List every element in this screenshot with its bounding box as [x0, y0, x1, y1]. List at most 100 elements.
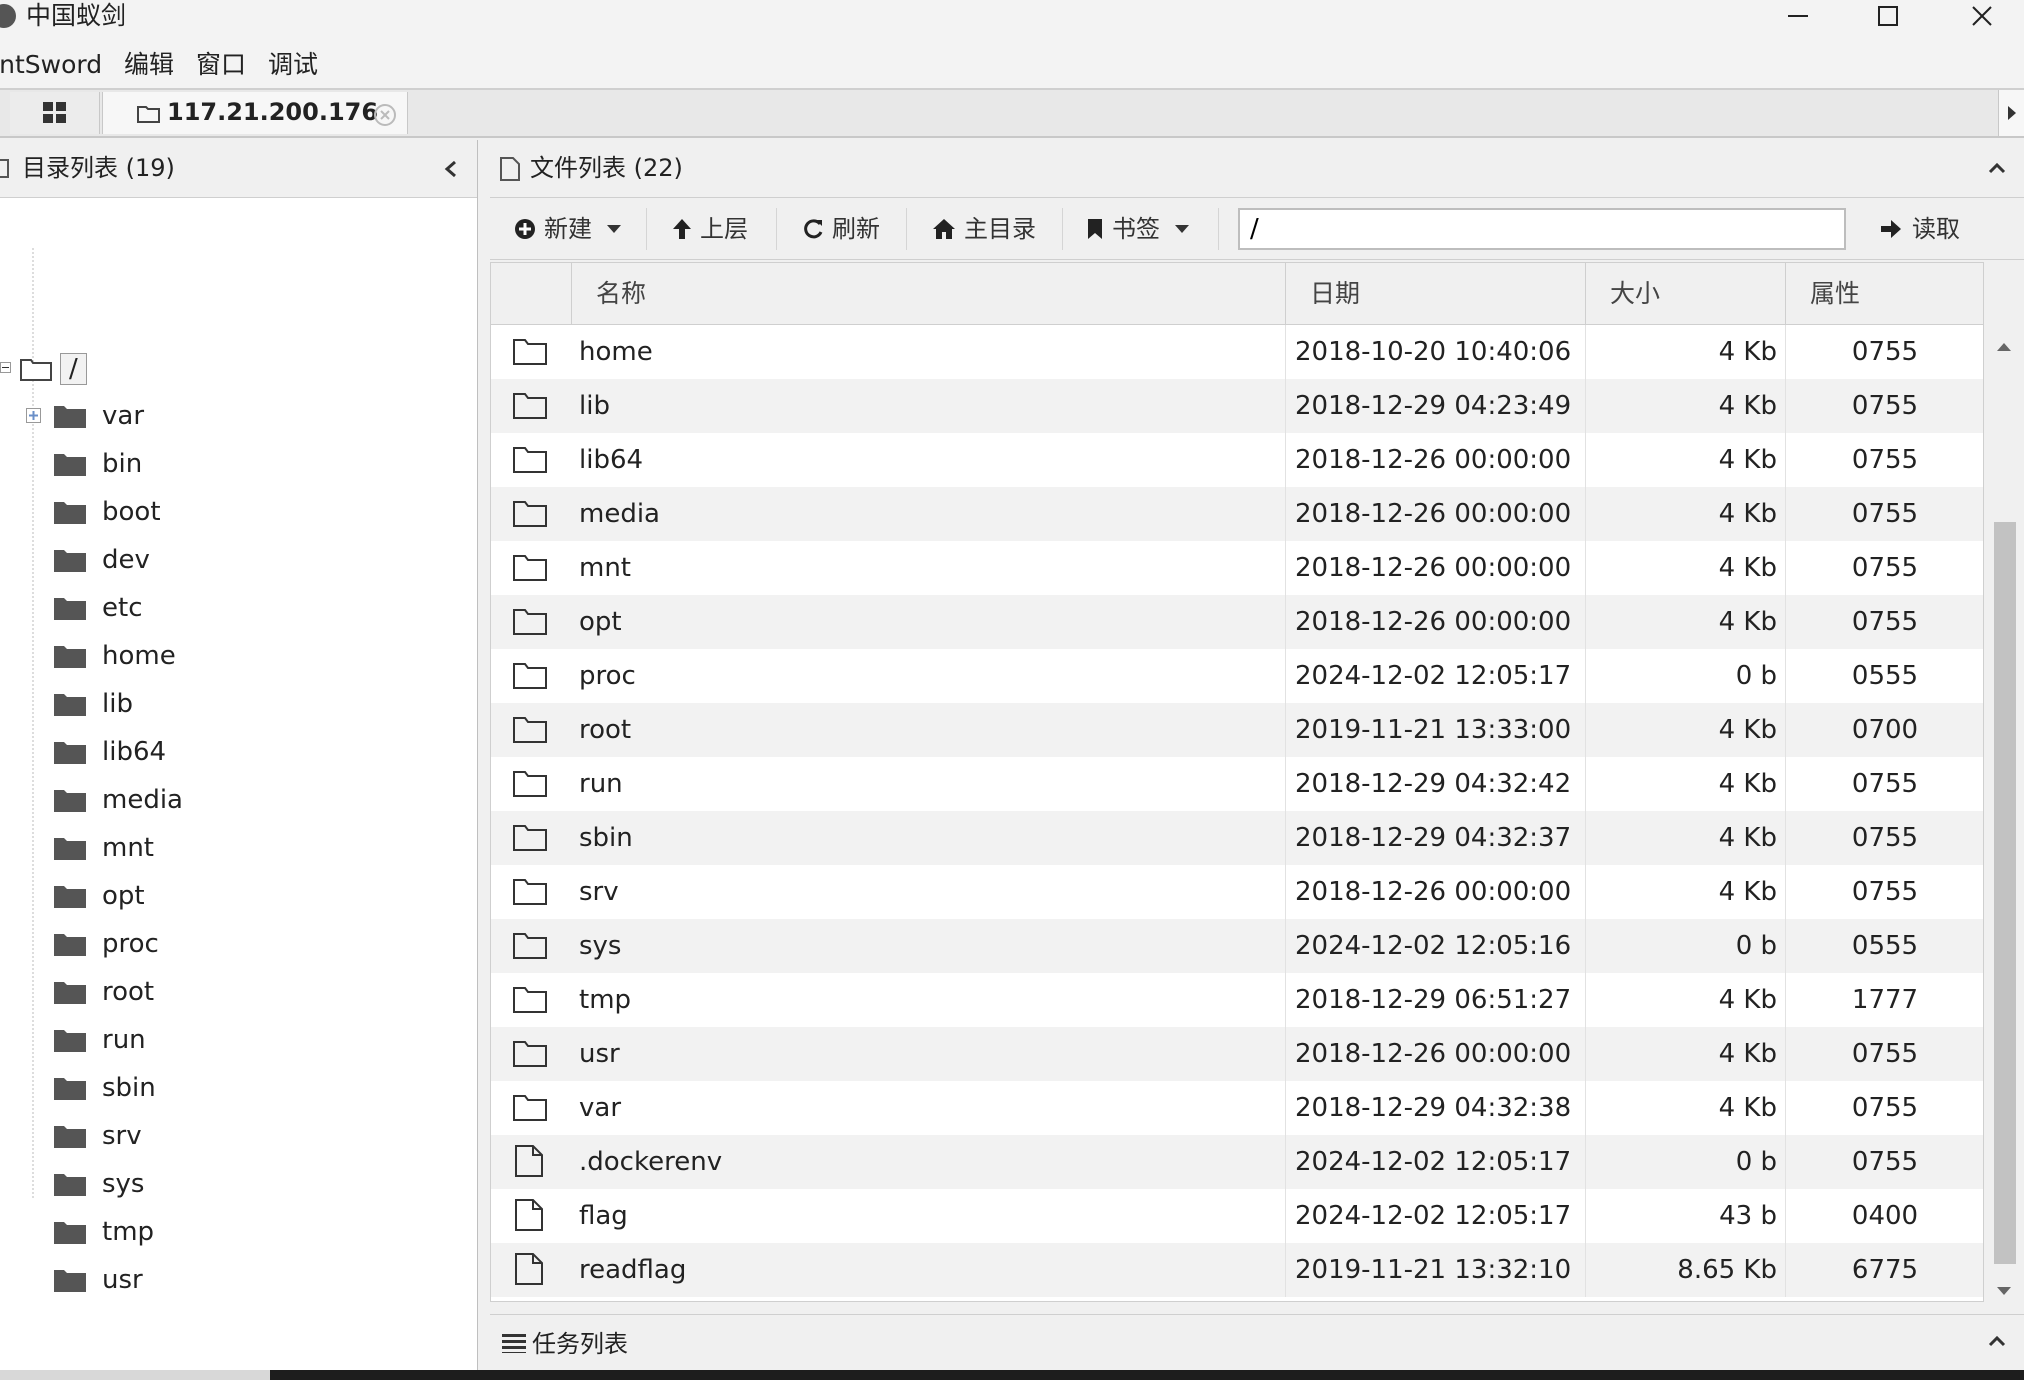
tree-root-label: /: [60, 353, 87, 385]
cell-date: 2024-12-02 12:05:16: [1295, 931, 1572, 961]
collapse-left-icon[interactable]: [444, 160, 458, 178]
file-table: 名称 日期 大小 属性 home 2018-10-20 10:40:06 4 Kb 0…: [490, 262, 1984, 1302]
file-table-scrollbar[interactable]: [1988, 336, 2020, 1304]
menu-edit[interactable]: 编辑: [124, 49, 174, 81]
refresh-button[interactable]: 刷新: [802, 210, 880, 248]
cell-date: 2018-10-20 10:40:06: [1295, 337, 1572, 367]
table-row[interactable]: sbin 2018-12-29 04:32:37 4 Kb 0755: [491, 811, 1983, 865]
table-row[interactable]: readflag 2019-11-21 13:32:10 8.65 Kb 6775: [491, 1243, 1983, 1297]
table-row[interactable]: var 2018-12-29 04:32:38 4 Kb 0755: [491, 1081, 1983, 1135]
tree-item-lib64[interactable]: lib64: [54, 732, 166, 772]
tree-item-etc[interactable]: etc: [54, 588, 143, 628]
table-row[interactable]: mnt 2018-12-26 00:00:00 4 Kb 0755: [491, 541, 1983, 595]
folder-outline-icon: [513, 879, 547, 905]
tree-item-dev[interactable]: dev: [54, 540, 150, 580]
tree-item-bin[interactable]: bin: [54, 444, 142, 484]
folder-outline-icon: [513, 825, 547, 851]
tree-item-boot[interactable]: boot: [54, 492, 161, 532]
maximize-icon: [1878, 6, 1898, 26]
cell-size: 4 Kb: [1718, 337, 1777, 367]
cell-perm: 0755: [1851, 1147, 1919, 1177]
tab-dashboard[interactable]: [10, 92, 100, 134]
tree-item-sbin[interactable]: sbin: [54, 1068, 156, 1108]
table-row[interactable]: lib64 2018-12-26 00:00:00 4 Kb 0755: [491, 433, 1983, 487]
close-button[interactable]: [1952, 0, 2012, 32]
cell-name: root: [579, 715, 632, 745]
tree-item-var[interactable]: var: [26, 396, 144, 436]
cell-name: media: [579, 499, 660, 529]
new-button[interactable]: 新建: [514, 210, 622, 248]
path-input[interactable]: [1238, 208, 1846, 250]
tree-item-label: etc: [102, 593, 143, 623]
cell-date: 2018-12-26 00:00:00: [1295, 877, 1572, 907]
table-row[interactable]: media 2018-12-26 00:00:00 4 Kb 0755: [491, 487, 1983, 541]
tree-expander-icon[interactable]: [26, 408, 42, 424]
read-button-label: 读取: [1912, 215, 1960, 243]
menu-window[interactable]: 窗口: [196, 49, 246, 81]
scrollbar-thumb[interactable]: [1994, 522, 2016, 1264]
folder-outline-icon: [513, 339, 547, 365]
tree-root[interactable]: /: [0, 349, 87, 389]
tree-item-srv[interactable]: srv: [54, 1116, 142, 1156]
tab-host[interactable]: 117.21.200.176: [102, 92, 408, 134]
table-row[interactable]: sys 2024-12-02 12:05:16 0 b 0555: [491, 919, 1983, 973]
tree-item-label: lib64: [102, 737, 167, 767]
up-button[interactable]: 上层: [672, 210, 748, 248]
table-row[interactable]: usr 2018-12-26 00:00:00 4 Kb 0755: [491, 1027, 1983, 1081]
tab-scroll-right-button[interactable]: [1998, 90, 2024, 136]
tree-item-media[interactable]: media: [54, 780, 183, 820]
table-row[interactable]: home 2018-10-20 10:40:06 4 Kb 0755: [491, 325, 1983, 379]
table-row[interactable]: lib 2018-12-29 04:23:49 4 Kb 0755: [491, 379, 1983, 433]
folder-filled-icon: [54, 694, 86, 716]
tree-item-usr[interactable]: usr: [54, 1260, 143, 1300]
directory-panel: 目录列表 (19) / var bin boot dev etc home lib lib64…: [0, 140, 478, 1380]
cell-perm: 0755: [1851, 391, 1919, 421]
folder-filled-icon: [54, 550, 86, 572]
up-button-label: 上层: [700, 215, 748, 243]
tree-item-home[interactable]: home: [54, 636, 176, 676]
tab-close-icon[interactable]: [373, 103, 397, 127]
cell-date: 2018-12-26 00:00:00: [1295, 607, 1572, 637]
plus-circle-icon: [515, 219, 535, 239]
table-row[interactable]: proc 2024-12-02 12:05:17 0 b 0555: [491, 649, 1983, 703]
tree-item-mnt[interactable]: mnt: [54, 828, 154, 868]
taskbar-strip: [0, 1370, 2024, 1380]
table-row[interactable]: root 2019-11-21 13:33:00 4 Kb 0700: [491, 703, 1983, 757]
tree-item-root[interactable]: root: [54, 972, 154, 1012]
menu-debug[interactable]: 调试: [268, 49, 318, 81]
table-row[interactable]: tmp 2018-12-29 06:51:27 4 Kb 1777: [491, 973, 1983, 1027]
tree-item-lib[interactable]: lib: [54, 684, 133, 724]
menu-antsword[interactable]: AntSword: [0, 49, 102, 81]
arrow-right-icon: [1881, 220, 1901, 238]
table-row[interactable]: srv 2018-12-26 00:00:00 4 Kb 0755: [491, 865, 1983, 919]
collapse-up-icon[interactable]: [1988, 162, 2006, 174]
table-row[interactable]: run 2018-12-29 04:32:42 4 Kb 0755: [491, 757, 1983, 811]
folder-outline-icon: [513, 771, 547, 797]
maximize-button[interactable]: [1858, 0, 1918, 32]
header-size[interactable]: 大小: [1585, 263, 1785, 325]
tree-item-opt[interactable]: opt: [54, 876, 145, 916]
header-date[interactable]: 日期: [1285, 263, 1585, 325]
tree-expander-icon: [0, 362, 11, 373]
cell-perm: 0400: [1851, 1201, 1919, 1231]
folder-outline-icon: [513, 555, 547, 581]
expand-up-icon[interactable]: [1988, 1335, 2006, 1347]
cell-date: 2018-12-26 00:00:00: [1295, 1039, 1572, 1069]
table-row[interactable]: .dockerenv 2024-12-02 12:05:17 0 b 0755: [491, 1135, 1983, 1189]
tree-item-sys[interactable]: sys: [54, 1164, 144, 1204]
cell-size: 4 Kb: [1718, 823, 1777, 853]
tree-item-proc[interactable]: proc: [54, 924, 159, 964]
header-perm[interactable]: 属性: [1785, 263, 1983, 325]
header-name[interactable]: 名称: [571, 263, 1285, 325]
tree-item-run[interactable]: run: [54, 1020, 146, 1060]
folder-outline-icon: [513, 501, 547, 527]
home-dir-button[interactable]: 主目录: [932, 210, 1036, 248]
table-row[interactable]: opt 2018-12-26 00:00:00 4 Kb 0755: [491, 595, 1983, 649]
read-button[interactable]: 读取: [1880, 210, 1960, 248]
tab-bar: 117.21.200.176: [0, 88, 2024, 138]
bookmark-button[interactable]: 书签: [1086, 210, 1190, 248]
cell-size: 4 Kb: [1718, 715, 1777, 745]
table-row[interactable]: flag 2024-12-02 12:05:17 43 b 0400: [491, 1189, 1983, 1243]
tree-item-tmp[interactable]: tmp: [54, 1212, 154, 1252]
minimize-button[interactable]: [1768, 0, 1828, 32]
